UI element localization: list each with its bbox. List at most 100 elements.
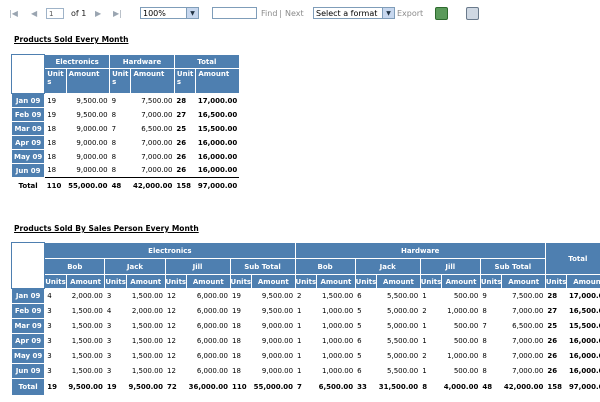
last-page-icon[interactable]: ▶| (113, 6, 122, 20)
table-cell: 7,500.00 (141, 96, 173, 105)
total-row: Total 110 55,000.00 48 42,000.00 158 97,000.00 (11, 177, 240, 194)
table-cell: 9,500.00 (261, 292, 294, 301)
table-cell: 1,000.00 (447, 352, 479, 360)
table-cell: 1,000.00 (322, 322, 354, 330)
total-cell: 110 (44, 177, 67, 194)
table-cell: 3 (47, 367, 52, 375)
total-cell: 19 (47, 383, 57, 391)
table-cell: 26 (547, 352, 558, 360)
table-cell: 6 (357, 367, 362, 375)
table-cell: 7 (482, 322, 487, 330)
table-cell: 1,500.00 (131, 352, 163, 360)
table-row: Feb 09 3 1,500.00 4 2,000.00 12 6,000.00 19 9,50… (10, 303, 600, 319)
table-cell: 3 (106, 322, 112, 330)
table-cell: 18 (47, 124, 57, 133)
group-header-total: Total (544, 242, 600, 275)
table-cell: 6 (357, 337, 362, 345)
table-cell: 6,000.00 (196, 322, 229, 330)
table-cell: 9,000.00 (261, 322, 294, 330)
find-input[interactable] (212, 7, 257, 19)
row-header-month: Feb 09 (10, 107, 46, 122)
total-cell: 8 (422, 383, 428, 391)
table-cell: 6,000.00 (196, 337, 229, 345)
row-header-month: Jan 09 (10, 93, 46, 108)
table-cell: 15,500.00 (568, 322, 600, 330)
table-cell: 7 (111, 124, 117, 133)
table-cell: 6,000.00 (196, 292, 229, 301)
total-row-label: Total (11, 177, 45, 194)
table-row: Mar 09 3 1,500.00 3 1,500.00 12 6,000.00 18 9,00… (10, 318, 600, 334)
zoom-select[interactable]: 100% ▼ (140, 7, 199, 19)
table-cell: 9,500.00 (76, 110, 108, 119)
table-cell: 12 (167, 322, 176, 330)
table-row: Apr 09 18 9,000.00 8 7,000.00 26 16,000.00 (10, 135, 240, 150)
person-header: Jill (164, 258, 231, 275)
row-header-month: May 09 (10, 348, 46, 364)
find-link[interactable]: Find (261, 6, 277, 20)
amount-header: Amount (501, 274, 546, 289)
chevron-down-icon: ▼ (382, 8, 394, 18)
total-cell: 7 (297, 383, 302, 391)
table-cell: 7,000.00 (141, 166, 173, 175)
table-cell: 1,500.00 (71, 307, 103, 315)
table-cell: 6,500.00 (141, 124, 173, 133)
first-page-icon[interactable]: |◀ (9, 6, 18, 20)
table-cell: 18 (232, 337, 241, 345)
previous-page-icon[interactable]: ◀ (31, 6, 37, 20)
total-cell: 55,000.00 (253, 383, 294, 391)
table-cell: 4 (47, 292, 52, 301)
table-cell: 500.00 (453, 292, 479, 301)
units-header: Units (164, 274, 188, 289)
table-cell: 2 (297, 292, 302, 301)
page-count-label: of 1 (71, 8, 87, 18)
page-number-input[interactable]: 1 (46, 7, 64, 19)
units-header: Units (294, 274, 318, 289)
group-header-hardware: Hardware (294, 242, 546, 259)
table-cell: 9,000.00 (76, 138, 108, 147)
table-cell: 500.00 (453, 322, 479, 330)
units-header: Unit s (44, 68, 67, 94)
group-header-total: Total (173, 54, 240, 69)
table-cell: 9 (482, 292, 487, 301)
total-cell: 36,000.00 (188, 383, 229, 391)
table-cell: 16,000.00 (197, 166, 238, 175)
total-cell: 42,000.00 (503, 383, 544, 391)
table-cell: 18 (232, 352, 241, 360)
export-format-select[interactable]: Select a format ▼ (313, 7, 395, 19)
print-icon[interactable] (466, 6, 479, 20)
table-cell: 5,000.00 (387, 307, 419, 315)
next-link[interactable]: Next (285, 6, 304, 20)
table-cell: 8 (111, 166, 117, 175)
row-header-month: Mar 09 (10, 318, 46, 334)
next-page-icon[interactable]: ▶ (95, 6, 101, 20)
table-cell: 1,500.00 (322, 292, 354, 301)
table-cell: 1,500.00 (131, 337, 163, 345)
export-link[interactable]: Export (397, 6, 423, 20)
table-cell: 16,000.00 (197, 138, 238, 147)
table-row: Jun 09 18 9,000.00 8 7,000.00 26 16,000.00 (10, 163, 240, 178)
total-cell: 9,500.00 (128, 383, 163, 391)
table-cell: 8 (111, 138, 117, 147)
table-cell: 16,000.00 (568, 352, 600, 360)
table-cell: 25 (547, 322, 558, 330)
table-cell: 12 (167, 337, 176, 345)
table-cell: 26 (176, 138, 187, 147)
units-header: Units (544, 274, 568, 289)
table-cell: 3 (47, 352, 52, 360)
table-cell: 8 (111, 110, 117, 119)
amount-header: Amount (65, 68, 111, 94)
table-cell: 5 (357, 352, 362, 360)
table-cell: 1 (297, 352, 302, 360)
table-cell: 1 (297, 367, 302, 375)
table-cell: 2,000.00 (131, 307, 163, 315)
refresh-icon[interactable] (435, 6, 448, 20)
table-cell: 6,000.00 (196, 307, 229, 315)
products-sold-table: Electronics Hardware Total Unit s Amount U… (10, 54, 240, 194)
table-row: Apr 09 3 1,500.00 3 1,500.00 12 6,000.00 18 9,00… (10, 333, 600, 349)
person-header: Jack (104, 258, 166, 275)
table-cell: 8 (482, 307, 487, 315)
table-cell: 9,000.00 (76, 152, 108, 161)
person-header: Bob (44, 258, 106, 275)
table-cell: 6,000.00 (196, 352, 229, 360)
report2-title: Products Sold By Sales Person Every Mont… (14, 224, 199, 233)
